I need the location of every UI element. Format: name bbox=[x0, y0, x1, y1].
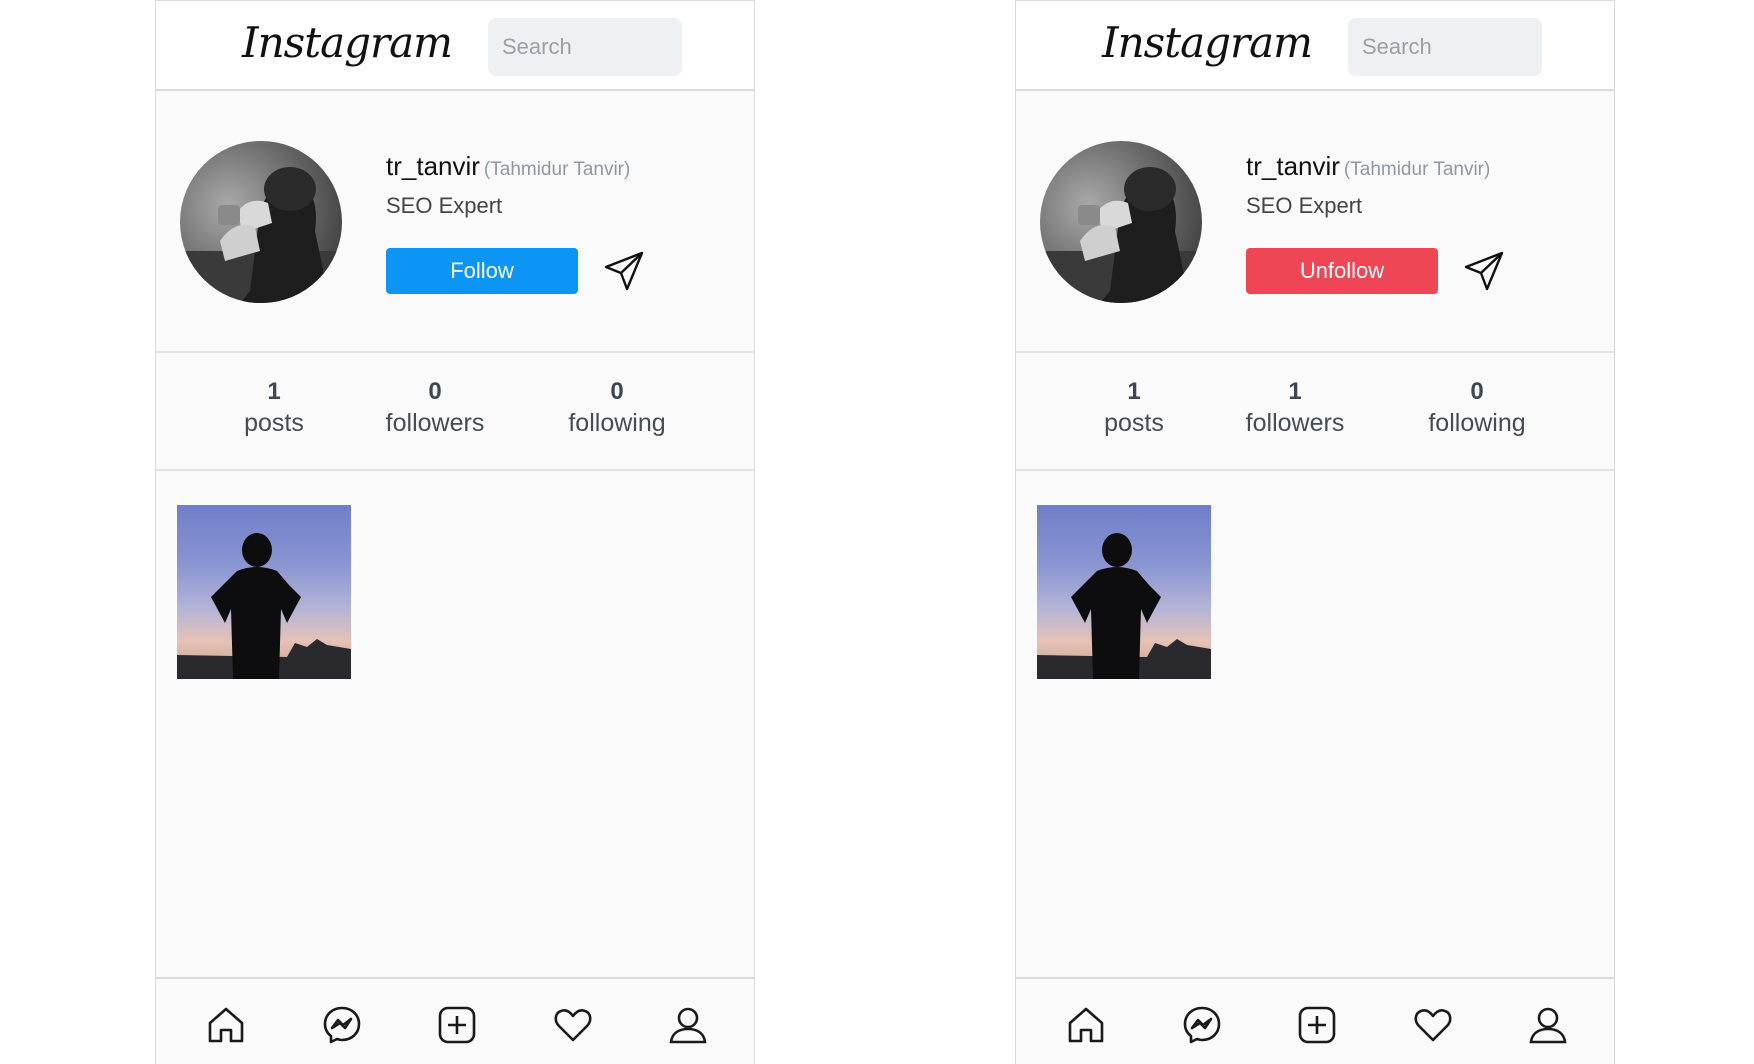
full-name: (Tahmidur Tanvir) bbox=[483, 159, 631, 180]
username: tr_tanvir (Tahmidur Tanvir) bbox=[386, 151, 630, 182]
instagram-logo[interactable]: Instagram bbox=[242, 13, 453, 73]
stat-following[interactable]: 0 following bbox=[568, 377, 665, 439]
avatar bbox=[180, 141, 342, 303]
home-icon[interactable] bbox=[1066, 1005, 1106, 1045]
heart-icon[interactable] bbox=[553, 1005, 593, 1045]
search-input[interactable] bbox=[1348, 18, 1542, 76]
stat-following-label: following bbox=[568, 409, 666, 437]
add-post-icon[interactable] bbox=[1297, 1005, 1337, 1045]
profile-stats: 1 posts 1 followers 0 following bbox=[1016, 353, 1614, 471]
home-icon[interactable] bbox=[206, 1005, 246, 1045]
profile-header: tr_tanvir (Tahmidur Tanvir) SEO Expert Fo… bbox=[156, 91, 754, 353]
stat-following-label: following bbox=[1428, 409, 1526, 437]
stat-following-value: 0 bbox=[610, 378, 624, 405]
add-post-icon[interactable] bbox=[437, 1005, 477, 1045]
stat-posts[interactable]: 1 posts bbox=[244, 377, 304, 439]
username-text: tr_tanvir bbox=[1246, 151, 1340, 181]
heart-icon[interactable] bbox=[1413, 1005, 1453, 1045]
stat-followers-label: followers bbox=[1245, 409, 1345, 437]
send-message-icon[interactable] bbox=[602, 249, 646, 293]
username: tr_tanvir (Tahmidur Tanvir) bbox=[1246, 151, 1490, 182]
username-text: tr_tanvir bbox=[386, 151, 480, 181]
profile-header: tr_tanvir (Tahmidur Tanvir) SEO Expert Un… bbox=[1016, 91, 1614, 353]
stat-followers-value: 0 bbox=[428, 378, 442, 405]
bottom-navigation bbox=[156, 977, 754, 1064]
stat-posts-value: 1 bbox=[1127, 378, 1141, 405]
profile-panel-follow: Instagram tr_tanvir(Tahmidur Tanvir) SEO… bbox=[155, 0, 755, 1064]
stat-followers[interactable]: 0 followers bbox=[386, 377, 485, 439]
profile-icon[interactable] bbox=[668, 1005, 708, 1045]
stat-posts-label: posts bbox=[244, 409, 304, 437]
stat-followers-label: followers bbox=[385, 409, 485, 437]
stat-posts-label: posts bbox=[1104, 409, 1164, 437]
stat-following[interactable]: 0 following bbox=[1428, 377, 1525, 439]
full-name: (Tahmidur Tanvir) bbox=[1343, 159, 1491, 180]
bio: SEO Expert bbox=[386, 193, 503, 218]
bio: SEO Expert bbox=[1246, 193, 1363, 218]
messenger-icon[interactable] bbox=[322, 1005, 362, 1045]
post-thumbnail[interactable] bbox=[177, 505, 351, 679]
profile-panel-unfollow: Instagram tr_tanvir(Tahmidur Tanvir) SEO… bbox=[1015, 0, 1615, 1064]
stat-following-value: 0 bbox=[1470, 378, 1484, 405]
search-input[interactable] bbox=[488, 18, 682, 76]
messenger-icon[interactable] bbox=[1182, 1005, 1222, 1045]
unfollow-button[interactable]: Unfollow bbox=[1246, 248, 1438, 294]
bottom-navigation bbox=[1016, 977, 1614, 1064]
stat-followers[interactable]: 1 followers bbox=[1246, 377, 1345, 439]
profile-stats: 1 posts 0 followers 0 following bbox=[156, 353, 754, 471]
stat-posts-value: 1 bbox=[267, 378, 281, 405]
instagram-logo[interactable]: Instagram bbox=[1102, 13, 1313, 73]
post-thumbnail[interactable] bbox=[1037, 505, 1211, 679]
stat-followers-value: 1 bbox=[1288, 378, 1302, 405]
top-bar: Instagram bbox=[1016, 0, 1614, 91]
top-bar: Instagram bbox=[156, 0, 754, 91]
send-message-icon[interactable] bbox=[1462, 249, 1506, 293]
avatar bbox=[1040, 141, 1202, 303]
follow-button[interactable]: Follow bbox=[386, 248, 578, 294]
stat-posts[interactable]: 1 posts bbox=[1104, 377, 1164, 439]
profile-icon[interactable] bbox=[1528, 1005, 1568, 1045]
